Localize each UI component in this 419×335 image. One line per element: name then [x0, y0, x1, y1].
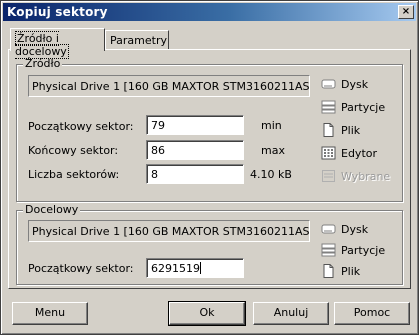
disk-icon — [321, 79, 336, 89]
cancel-button[interactable]: Anuluj — [253, 302, 329, 325]
partition-icon — [321, 100, 336, 114]
help-button[interactable]: Pomoc — [334, 302, 410, 325]
max-label[interactable]: max — [261, 144, 285, 157]
source-end-sector-label: Końcowy sektor: — [28, 144, 119, 157]
option-label: Dysk — [341, 78, 369, 91]
sector-size-readout: 4.10 kB — [250, 168, 292, 181]
tab-label: Źródło i docelowy — [15, 31, 69, 59]
file-icon — [323, 264, 334, 278]
editor-icon — [321, 146, 336, 160]
window-title: Kopiuj sektory — [7, 5, 108, 19]
text-caret — [200, 262, 201, 274]
source-start-sector-label: Początkowy sektor: — [28, 120, 134, 133]
disk-icon — [321, 224, 336, 234]
dialog-window: Kopiuj sektory × Źródło i docelowy Param… — [0, 0, 419, 335]
target-start-sector-input[interactable]: 6291519 — [146, 258, 244, 278]
source-start-sector-input[interactable]: 79 — [146, 115, 244, 135]
close-icon: × — [401, 6, 411, 17]
option-label: Partycje — [341, 101, 386, 114]
option-label: Partycje — [341, 244, 386, 257]
source-end-sector-input[interactable]: 86 — [146, 140, 244, 160]
sector-count-input[interactable]: 8 — [146, 164, 244, 184]
target-start-sector-value: 6291519 — [151, 262, 200, 275]
tab-parameters[interactable]: Parametry — [105, 30, 169, 50]
option-label: Plik — [341, 124, 361, 137]
tab-label: Parametry — [110, 34, 167, 47]
title-bar[interactable]: Kopiuj sektory × — [3, 3, 416, 21]
sector-count-label: Liczba sektorów: — [28, 168, 120, 181]
source-drive-field[interactable]: Physical Drive 1 [160 GB MAXTOR STM31602… — [28, 75, 310, 97]
selected-icon — [322, 170, 335, 182]
min-label[interactable]: min — [261, 119, 282, 132]
target-drive-field[interactable]: Physical Drive 1 [160 GB MAXTOR STM31602… — [28, 220, 310, 242]
target-group: Docelowy Physical Drive 1 [160 GB MAXTOR… — [16, 203, 403, 285]
target-legend: Docelowy — [23, 203, 81, 216]
option-label: Wybrane — [341, 170, 391, 183]
close-button[interactable]: × — [398, 5, 414, 19]
target-start-sector-label: Początkowy sektor: — [28, 262, 134, 275]
partition-icon — [321, 243, 336, 257]
file-icon — [323, 123, 334, 137]
option-label: Edytor — [341, 147, 378, 160]
option-label: Plik — [341, 265, 361, 278]
ok-button[interactable]: Ok — [168, 301, 246, 326]
tab-source-target[interactable]: Źródło i docelowy — [10, 28, 105, 59]
menu-button[interactable]: Menu — [12, 302, 88, 325]
option-label: Dysk — [341, 223, 369, 236]
source-group: Źródło Physical Drive 1 [160 GB MAXTOR S… — [16, 57, 403, 202]
tab-panel: Źródło Physical Drive 1 [160 GB MAXTOR S… — [8, 49, 411, 289]
